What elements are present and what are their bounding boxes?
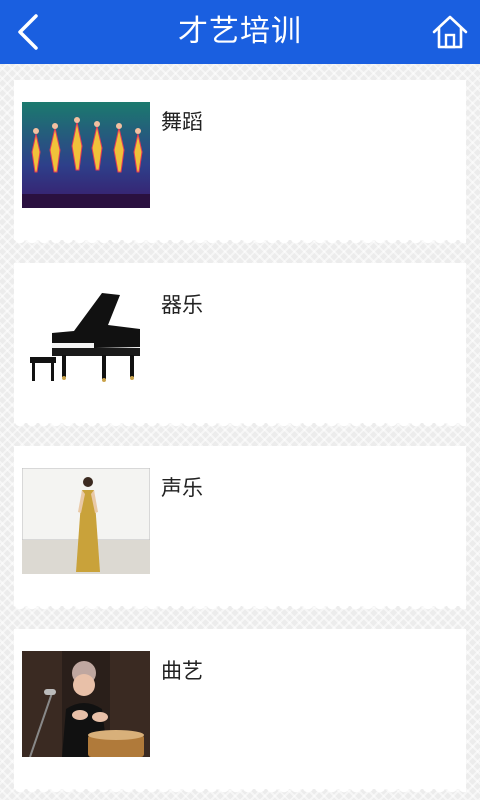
item-label: 器乐 bbox=[161, 293, 203, 317]
item-label: 声乐 bbox=[161, 476, 203, 500]
list-item-instrumental[interactable]: 器乐 bbox=[14, 263, 466, 433]
singer-thumbnail bbox=[22, 468, 150, 574]
top-bar: 才艺培训 bbox=[0, 0, 480, 64]
list-item-dance[interactable]: 舞蹈 bbox=[14, 80, 466, 250]
page-title: 才艺培训 bbox=[178, 14, 302, 49]
item-label: 舞蹈 bbox=[161, 110, 203, 134]
home-icon bbox=[432, 15, 468, 49]
list-item-vocal[interactable]: 声乐 bbox=[14, 446, 466, 616]
item-label: 曲艺 bbox=[161, 659, 203, 683]
dance-thumbnail bbox=[22, 102, 150, 208]
piano-thumbnail bbox=[22, 285, 150, 391]
home-button[interactable] bbox=[428, 10, 472, 54]
list-item-folk-art[interactable]: 曲艺 bbox=[14, 629, 466, 799]
folk-art-thumbnail bbox=[22, 651, 150, 757]
